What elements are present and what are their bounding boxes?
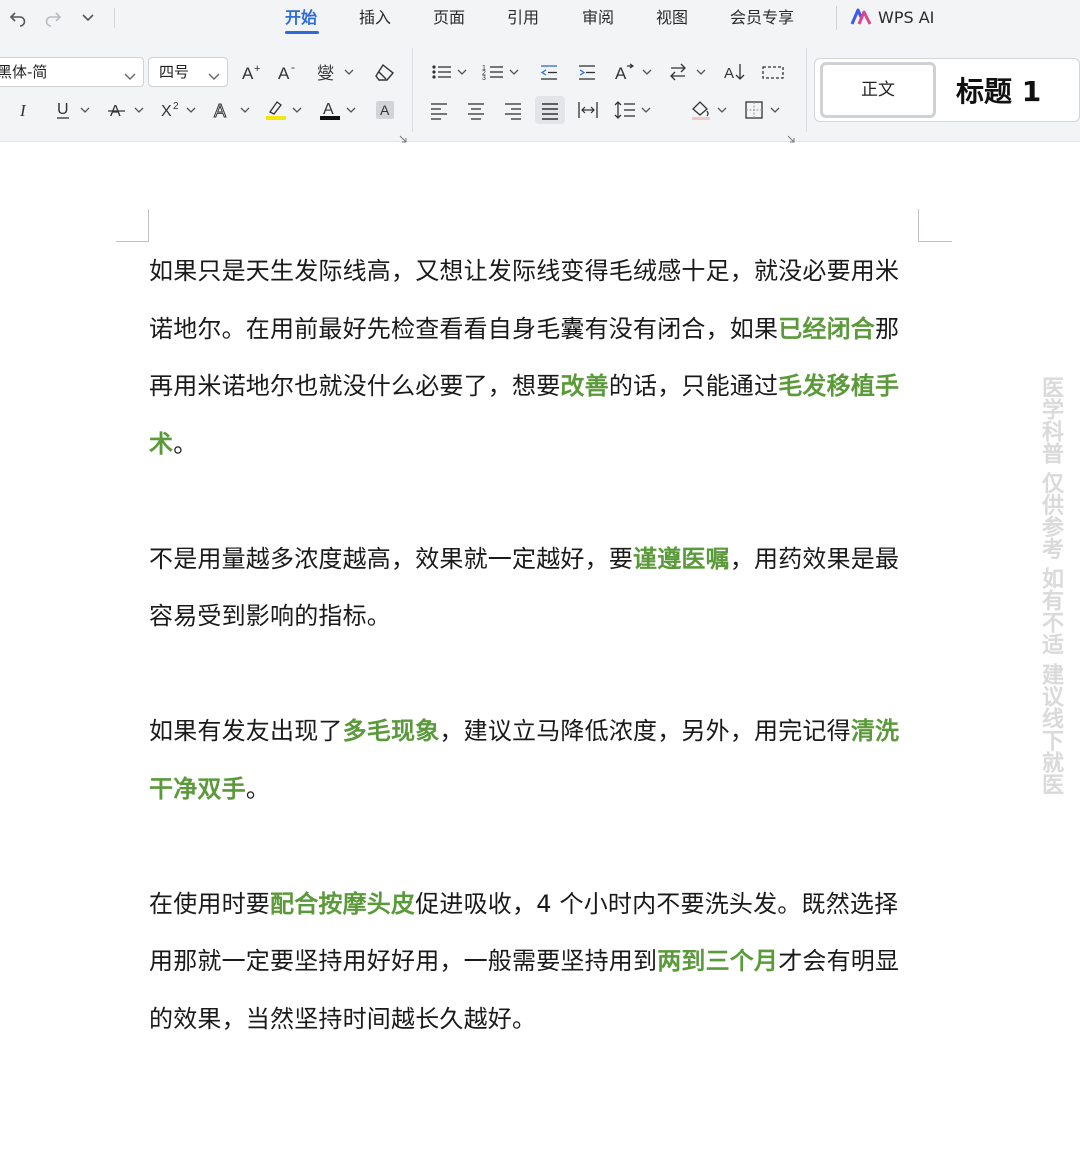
style-normal[interactable]: 正文 (820, 62, 936, 118)
chevron-down-icon (207, 65, 221, 93)
decrease-indent-icon[interactable] (534, 58, 564, 86)
divider (412, 48, 413, 132)
font-dialog-launcher-icon[interactable] (399, 128, 407, 143)
font-name-value: 黑体-简 (0, 63, 48, 81)
paragraph-dialog-launcher-icon[interactable] (787, 128, 795, 143)
quick-access-chevron-down-icon[interactable] (76, 6, 100, 30)
text-direction-icon[interactable] (666, 58, 710, 86)
tab-home[interactable]: 开始 (285, 7, 317, 29)
bullet-list-icon[interactable] (428, 58, 472, 86)
wps-writer-window: 开始 插入 页面 引用 审阅 视图 会员专享 WPS AI 黑体-简 四号 A … (0, 0, 1080, 1164)
text-run: 。 (245, 774, 271, 803)
text-run: 的话，只能通过 (608, 372, 779, 400)
text-effect-icon[interactable]: A (210, 96, 254, 124)
font-size-dropdown[interactable]: 四号 (148, 57, 228, 87)
svg-text:I: I (19, 101, 27, 120)
shrink-font-icon[interactable]: A- (274, 58, 304, 86)
highlight-color-icon[interactable] (262, 96, 306, 124)
font-name-dropdown[interactable]: 黑体-简 (0, 57, 144, 87)
paragraph: 不是用量越多浓度越高，效果就一定越好，要谨遵医嘱，用药效果是最容易受到影响的指标… (149, 531, 919, 646)
highlighted-text: 多毛现象 (342, 717, 440, 745)
align-right-icon[interactable] (498, 96, 528, 124)
svg-text:-: - (291, 62, 295, 74)
divider (114, 8, 115, 28)
tab-review[interactable]: 审阅 (582, 7, 614, 29)
align-center-icon[interactable] (461, 96, 491, 124)
highlighted-text: 改善 (560, 372, 609, 400)
divider (836, 6, 837, 30)
line-spacing-icon[interactable] (612, 96, 656, 124)
margin-corner-mark (918, 241, 952, 242)
text-run: 在使用时要 (149, 889, 270, 918)
borders-icon[interactable] (742, 96, 786, 124)
align-left-icon[interactable] (424, 96, 454, 124)
margin-corner-mark (148, 209, 149, 242)
menu-bar: 开始 插入 页面 引用 审阅 视图 会员专享 WPS AI (0, 0, 1080, 38)
divider (806, 48, 807, 132)
tab-view[interactable]: 视图 (656, 7, 688, 29)
show-marks-icon[interactable] (758, 58, 788, 86)
increase-indent-icon[interactable] (572, 58, 602, 86)
grow-font-icon[interactable]: A + (238, 58, 268, 86)
underline-icon[interactable]: U (50, 96, 94, 124)
numbered-list-icon[interactable]: 123 (480, 58, 524, 86)
font-size-value: 四号 (159, 63, 190, 81)
style-heading-1[interactable]: 标题 1 (956, 70, 1041, 110)
change-case-icon[interactable]: A (612, 58, 656, 86)
distributed-align-icon[interactable] (573, 96, 603, 124)
svg-text:+: + (254, 63, 260, 75)
wps-ai-button[interactable]: WPS AI (850, 5, 934, 29)
chevron-down-icon (123, 65, 137, 93)
character-shading-icon[interactable]: A (370, 96, 400, 124)
tab-member[interactable]: 会员专享 (730, 7, 794, 29)
highlighted-text: 配合按摩头皮 (270, 889, 416, 918)
svg-text:2: 2 (173, 101, 179, 112)
margin-corner-mark (918, 209, 919, 242)
watermark-text: 医学科普 仅供参考 如有不适 建议线下就医 (1038, 376, 1063, 795)
svg-text:A: A (278, 64, 290, 82)
clear-formatting-eraser-icon[interactable] (370, 58, 400, 86)
tab-insert[interactable]: 插入 (359, 7, 391, 29)
text-run: 。 (173, 429, 198, 458)
paragraph: 如果有发友出现了多毛现象，建议立马降低浓度，另外，用完记得清洗干净双手。 (149, 703, 919, 818)
svg-text:燮: 燮 (317, 64, 334, 82)
strikethrough-icon[interactable]: A (104, 96, 148, 124)
text-run: ，建议立马降低浓度，另外，用完记得 (439, 717, 851, 745)
svg-text:A: A (323, 101, 334, 118)
highlighted-text: 已经闭合 (778, 314, 876, 343)
margin-corner-mark (116, 241, 149, 242)
tab-page[interactable]: 页面 (433, 7, 465, 29)
svg-text:U: U (57, 101, 69, 118)
tab-references[interactable]: 引用 (507, 7, 539, 29)
redo-icon[interactable] (41, 6, 65, 30)
paragraph: 在使用时要配合按摩头皮促进吸收，4 个小时内不要洗头发。既然选择用那就一定要坚持… (149, 876, 919, 1049)
highlighted-text: 谨遵医嘱 (633, 544, 730, 573)
active-tab-indicator (285, 31, 319, 34)
highlighted-text: 两到三个月 (657, 947, 779, 975)
wps-ai-logo-icon (850, 8, 872, 25)
italic-icon[interactable]: I (10, 96, 40, 124)
paragraph-shading-icon[interactable] (688, 96, 732, 124)
sort-icon[interactable]: A (720, 58, 750, 86)
document-body[interactable]: 如果只是天生发际线高，又想让发际线变得毛绒感十足，就没必要用米诺地尔。在用前最好… (149, 243, 919, 1048)
text-run: 如果有发友出现了 (149, 717, 343, 745)
text-run: 不是用量越多浓度越高，效果就一定越好，要 (149, 544, 633, 573)
svg-text:A: A (615, 64, 627, 82)
font-color-icon[interactable]: A (316, 96, 360, 124)
undo-icon[interactable] (6, 6, 30, 30)
phonetic-guide-icon[interactable]: 燮 (316, 58, 358, 86)
svg-text:A: A (242, 64, 254, 82)
svg-text:X: X (161, 103, 172, 120)
superscript-icon[interactable]: X2 (158, 96, 202, 124)
wps-ai-label: WPS AI (878, 7, 935, 27)
paragraph: 如果只是天生发际线高，又想让发际线变得毛绒感十足，就没必要用米诺地尔。在用前最好… (149, 243, 919, 473)
justify-icon[interactable] (535, 96, 565, 124)
svg-text:A: A (724, 65, 734, 82)
svg-text:A: A (380, 102, 390, 118)
svg-text:A: A (214, 101, 226, 120)
svg-text:3: 3 (482, 75, 486, 82)
